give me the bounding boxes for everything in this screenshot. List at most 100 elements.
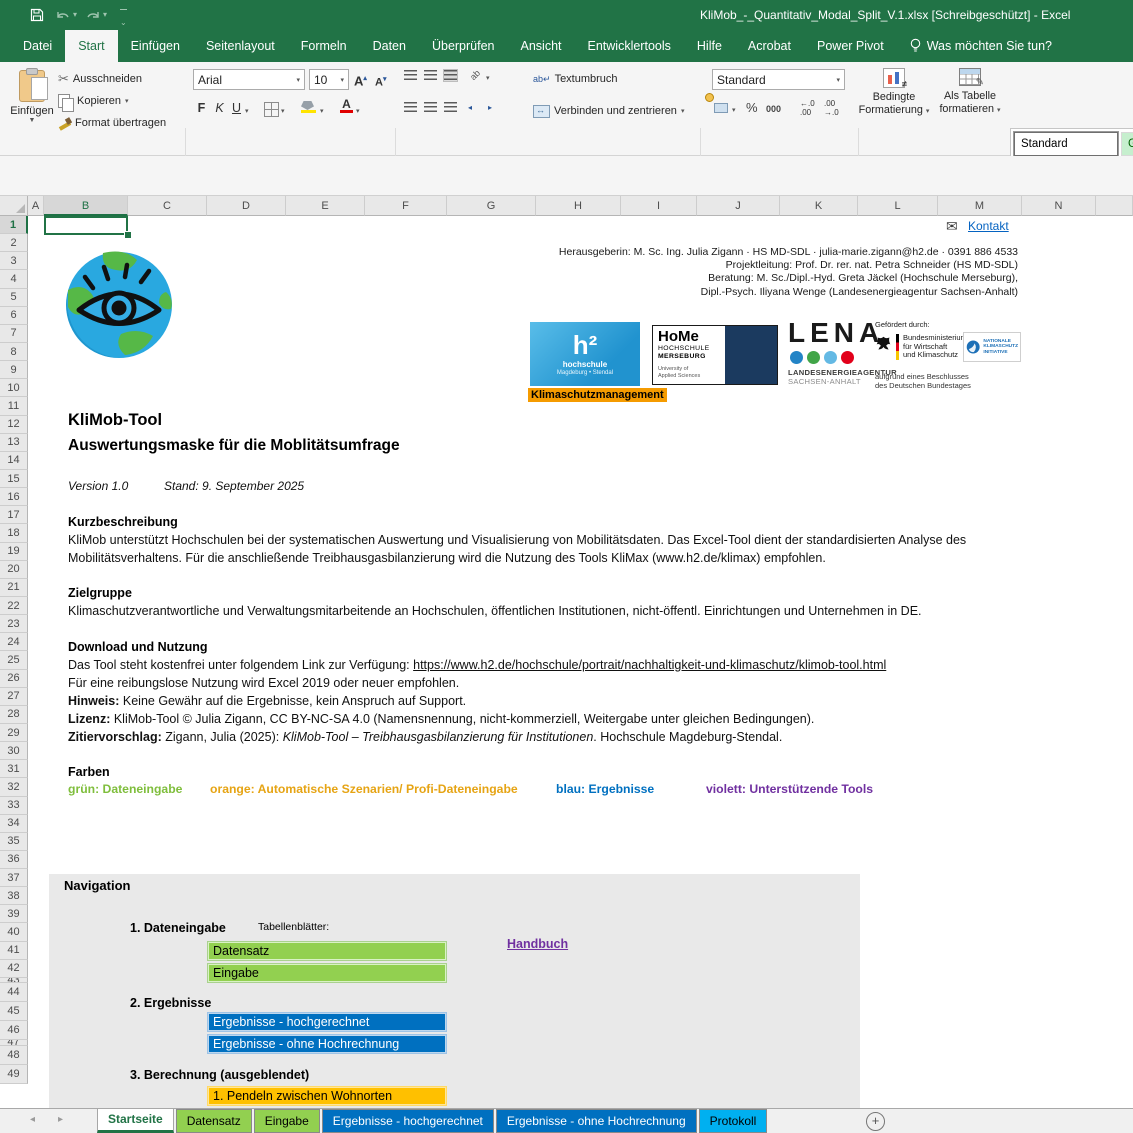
row-header-14[interactable]: 14 [0,452,28,470]
column-header-N[interactable]: N [1022,196,1096,216]
bold-button[interactable]: F [194,101,209,115]
row-header-28[interactable]: 28 [0,706,28,724]
fill-color-dropdown-icon[interactable]: ▾ [320,107,324,115]
align-left-icon[interactable] [404,102,417,113]
ribbon-tab-0[interactable]: Datei [10,30,65,62]
undo-icon[interactable] [56,10,70,21]
row-header-18[interactable]: 18 [0,524,28,542]
row-header-33[interactable]: 33 [0,797,28,815]
row-header-38[interactable]: 38 [0,887,28,905]
sheet-tab-1[interactable]: Datensatz [176,1109,252,1133]
row-header-29[interactable]: 29 [0,724,28,742]
increase-decimal-icon[interactable] [800,99,815,117]
column-header-B[interactable]: B [44,196,128,216]
row-header-46[interactable]: 46 [0,1021,28,1040]
column-header-L[interactable]: L [858,196,938,216]
font-color-dropdown-icon[interactable]: ▾ [356,107,360,115]
row-header-25[interactable]: 25 [0,651,28,669]
row-header-10[interactable]: 10 [0,379,28,397]
decrease-decimal-icon[interactable] [824,99,839,117]
wrap-text-button[interactable]: Textumbruch [533,70,618,88]
row-header-22[interactable]: 22 [0,597,28,615]
align-top-icon[interactable] [404,70,417,81]
row-header-27[interactable]: 27 [0,688,28,706]
fill-color-icon[interactable] [301,101,316,113]
underline-button[interactable]: U [229,101,244,115]
column-header-E[interactable]: E [286,196,365,216]
column-header-K[interactable]: K [780,196,858,216]
cell-style-chip-1[interactable]: G [1121,132,1133,156]
row-header-23[interactable]: 23 [0,615,28,633]
kontakt-link[interactable]: Kontakt [968,219,1009,233]
row-header-24[interactable]: 24 [0,633,28,651]
sheet-tab-5[interactable]: Protokoll [699,1109,768,1133]
sheet-tab-2[interactable]: Eingabe [254,1109,320,1133]
ribbon-tab-1[interactable]: Start [65,30,117,62]
tab-scroll-right-icon[interactable]: ▸ [58,1114,63,1125]
ribbon-tab-3[interactable]: Seitenlayout [193,30,288,62]
row-header-21[interactable]: 21 [0,579,28,597]
nav-button-1-1[interactable]: Ergebnisse - ohne Hochrechnung [207,1034,447,1054]
row-header-42[interactable]: 42 [0,960,28,978]
row-header-35[interactable]: 35 [0,833,28,851]
fill-handle[interactable] [124,231,132,239]
nav-button-0-1[interactable]: Eingabe [207,963,447,983]
row-header-39[interactable]: 39 [0,905,28,923]
row-header-3[interactable]: 3 [0,252,28,270]
ribbon-tab-10[interactable]: Acrobat [735,30,804,62]
align-middle-icon[interactable] [424,70,437,81]
undo-dropdown-icon[interactable]: ▾ [73,0,77,30]
font-color-icon[interactable]: A [340,99,353,113]
row-header-15[interactable]: 15 [0,470,28,488]
row-header-40[interactable]: 40 [0,923,28,941]
row-header-41[interactable]: 41 [0,942,28,960]
ribbon-tab-8[interactable]: Entwicklertools [575,30,684,62]
row-header-6[interactable]: 6 [0,307,28,325]
tell-me-search[interactable]: Was möchten Sie tun? [897,30,1065,62]
row-header-45[interactable]: 45 [0,1002,28,1021]
nav-button-0-0[interactable]: Datensatz [207,941,447,961]
row-header-48[interactable]: 48 [0,1046,28,1065]
column-header-D[interactable]: D [207,196,286,216]
format-painter-button[interactable]: Format übertragen [58,114,166,132]
sheet-tab-4[interactable]: Ergebnisse - ohne Hochrechnung [496,1109,697,1133]
row-header-34[interactable]: 34 [0,815,28,833]
row-header-1[interactable]: 1 [0,216,28,234]
row-header-12[interactable]: 12 [0,416,28,434]
ribbon-tab-11[interactable]: Power Pivot [804,30,897,62]
conditional-formatting-button[interactable]: Bedingte Formatierung ▾ [858,68,930,118]
column-header-A[interactable]: A [28,196,44,216]
row-header-44[interactable]: 44 [0,983,28,1002]
ribbon-tab-2[interactable]: Einfügen [118,30,193,62]
nav-button-2-0[interactable]: 1. Pendeln zwischen Wohnorten [207,1086,447,1106]
merge-center-button[interactable]: Verbinden und zentrieren ▾ [533,102,684,120]
save-icon[interactable] [30,8,44,22]
row-header-30[interactable]: 30 [0,742,28,760]
column-header-H[interactable]: H [536,196,621,216]
font-size-select[interactable]: 10▾ [309,69,349,90]
ribbon-tab-7[interactable]: Ansicht [508,30,575,62]
row-header-9[interactable]: 9 [0,361,28,379]
align-bottom-icon[interactable] [444,70,457,81]
cut-button[interactable]: ✂ Ausschneiden [58,70,142,88]
ribbon-tab-5[interactable]: Daten [360,30,419,62]
row-header-13[interactable]: 13 [0,434,28,452]
redo-dropdown-icon[interactable]: ▾ [103,0,107,30]
tab-scroll-left-icon[interactable]: ◂ [30,1114,35,1125]
column-header-J[interactable]: J [697,196,780,216]
column-header-M[interactable]: M [938,196,1022,216]
selected-cell-B1[interactable] [44,216,128,235]
nav-button-1-0[interactable]: Ergebnisse - hochgerechnet [207,1012,447,1032]
column-header-G[interactable]: G [447,196,536,216]
column-header-partial[interactable] [1096,196,1133,216]
row-header-17[interactable]: 17 [0,506,28,524]
row-header-49[interactable]: 49 [0,1065,28,1084]
paste-button[interactable]: Einfügen ▼ [8,66,56,124]
row-header-16[interactable]: 16 [0,488,28,506]
sheet-tab-3[interactable]: Ergebnisse - hochgerechnet [322,1109,494,1133]
column-header-F[interactable]: F [365,196,447,216]
accounting-dropdown-icon[interactable]: ▾ [732,106,736,114]
orientation-dropdown-icon[interactable]: ▾ [486,74,490,82]
handbuch-link[interactable]: Handbuch [507,937,568,951]
row-header-11[interactable]: 11 [0,397,28,415]
